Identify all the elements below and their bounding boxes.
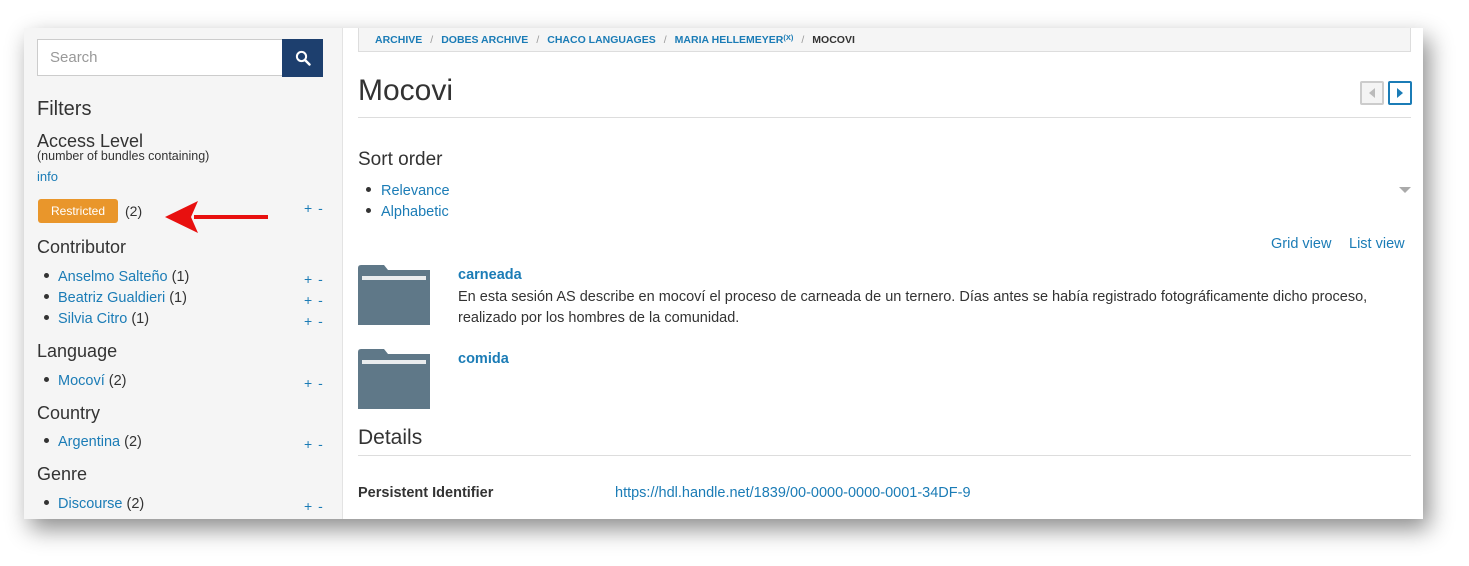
access-level-info-link[interactable]: info: [37, 169, 58, 184]
contributor-plus-minus: + -: [304, 271, 324, 287]
sort-option: Alphabetic: [366, 204, 449, 220]
sort-alphabetic-link[interactable]: Alphabetic: [381, 204, 449, 220]
sort-option: Relevance: [366, 183, 450, 199]
persistent-identifier-link[interactable]: https://hdl.handle.net/1839/00-0000-0000…: [615, 485, 971, 501]
previous-button[interactable]: [1360, 81, 1384, 105]
facet-item-country: Argentina (2): [44, 434, 142, 450]
country-plus-minus: + -: [304, 436, 324, 452]
facet-link[interactable]: Mocoví: [58, 373, 105, 389]
facet-link[interactable]: Beatriz Gualdieri: [58, 290, 165, 306]
breadcrumb-item[interactable]: CHACO LANGUAGES: [547, 34, 656, 46]
bullet: [366, 207, 371, 213]
breadcrumb-item[interactable]: DOBES ARCHIVE: [441, 34, 528, 46]
filter-sidebar: Filters Access Level (number of bundles …: [24, 28, 343, 519]
breadcrumb-separator: /: [801, 33, 805, 46]
divider: [358, 455, 1411, 456]
include-filter-button[interactable]: +: [304, 200, 313, 216]
restricted-plus-minus: + -: [304, 200, 324, 216]
arrow-right-icon: [1397, 88, 1403, 98]
breadcrumb-separator: /: [536, 33, 540, 46]
include-filter-button[interactable]: +: [304, 292, 313, 308]
restricted-badge[interactable]: Restricted: [38, 199, 118, 223]
facet-link[interactable]: Silvia Citro: [58, 311, 127, 327]
contributor-plus-minus: + -: [304, 313, 324, 329]
exclude-filter-button[interactable]: -: [318, 271, 324, 287]
exclude-filter-button[interactable]: -: [318, 313, 324, 329]
include-filter-button[interactable]: +: [304, 436, 313, 452]
sort-relevance-link[interactable]: Relevance: [381, 183, 450, 199]
include-filter-button[interactable]: +: [304, 313, 313, 329]
exclude-filter-button[interactable]: -: [318, 200, 324, 216]
bullet: [44, 499, 49, 505]
facet-item-language: Mocoví (2): [44, 373, 127, 389]
access-level-subtitle: (number of bundles containing): [37, 149, 210, 163]
facet-count: (1): [171, 269, 190, 285]
breadcrumb-item[interactable]: MARIA HELLEMEYER: [675, 34, 784, 46]
facet-count: (1): [131, 311, 150, 327]
include-filter-button[interactable]: +: [304, 375, 313, 391]
page-title: Mocovi: [358, 74, 454, 107]
browser-frame: Filters Access Level (number of bundles …: [24, 28, 1423, 519]
bullet: [44, 272, 49, 278]
facet-count: (2): [126, 496, 145, 512]
search-icon: [295, 50, 311, 66]
genre-plus-minus: + -: [304, 498, 324, 514]
divider: [358, 117, 1411, 118]
bullet: [44, 314, 49, 320]
exclude-filter-button[interactable]: -: [318, 292, 324, 308]
item-title-link[interactable]: comida: [458, 351, 509, 367]
bullet: [44, 376, 49, 382]
exclude-filter-button[interactable]: -: [318, 436, 324, 452]
item-description: En esta sesión AS describe en mocoví el …: [458, 289, 1368, 326]
facet-count: (1): [169, 290, 187, 306]
search-button[interactable]: [282, 39, 323, 77]
filters-heading: Filters: [37, 98, 92, 120]
include-filter-button[interactable]: +: [304, 271, 313, 287]
breadcrumb-remove-link[interactable]: (X): [783, 33, 793, 42]
bullet: [44, 437, 49, 443]
facet-item-contributor: Beatriz Gualdieri (1): [44, 290, 187, 306]
facet-item-contributor: Silvia Citro (1): [44, 311, 149, 327]
contributor-plus-minus: + -: [304, 292, 324, 308]
language-heading: Language: [37, 341, 118, 361]
language-plus-minus: + -: [304, 375, 324, 391]
item-title-link[interactable]: carneada: [458, 267, 522, 283]
facet-item-contributor: Anselmo Salteño (1): [44, 269, 189, 285]
folder-icon[interactable]: [358, 265, 430, 325]
exclude-filter-button[interactable]: -: [318, 375, 324, 391]
breadcrumb-item[interactable]: ARCHIVE: [375, 34, 422, 46]
facet-link[interactable]: Discourse: [58, 496, 122, 512]
facet-item-genre: Discourse (2): [44, 496, 144, 512]
contributor-heading: Contributor: [37, 237, 127, 257]
exclude-filter-button[interactable]: -: [318, 498, 324, 514]
breadcrumb: ARCHIVE / DOBES ARCHIVE / CHACO LANGUAGE…: [358, 28, 1411, 52]
next-button[interactable]: [1388, 81, 1412, 105]
country-heading: Country: [37, 403, 101, 423]
facet-link[interactable]: Argentina: [58, 434, 120, 450]
main-content: ARCHIVE / DOBES ARCHIVE / CHACO LANGUAGE…: [342, 28, 1423, 519]
annotation-arrow-icon: [165, 201, 268, 233]
include-filter-button[interactable]: +: [304, 498, 313, 514]
restricted-count: (2): [125, 203, 143, 219]
breadcrumb-separator: /: [430, 33, 434, 46]
facet-count: (2): [124, 434, 142, 450]
facet-count: (2): [108, 373, 127, 389]
search-input[interactable]: [37, 39, 282, 76]
bullet: [44, 293, 49, 299]
persistent-identifier-label: Persistent Identifier: [358, 485, 494, 501]
bullet: [366, 186, 371, 192]
list-view-link[interactable]: List view: [1349, 236, 1405, 252]
breadcrumb-current: MOCOVI: [812, 33, 855, 46]
folder-icon[interactable]: [358, 349, 430, 409]
breadcrumb-separator: /: [663, 33, 667, 46]
grid-view-link[interactable]: Grid view: [1271, 236, 1331, 252]
genre-heading: Genre: [37, 464, 88, 484]
arrow-left-icon: [1369, 88, 1375, 98]
chevron-down-icon[interactable]: [1399, 187, 1411, 193]
sort-order-heading: Sort order: [358, 149, 443, 170]
facet-link[interactable]: Anselmo Salteño: [58, 269, 168, 285]
details-heading: Details: [358, 426, 423, 449]
